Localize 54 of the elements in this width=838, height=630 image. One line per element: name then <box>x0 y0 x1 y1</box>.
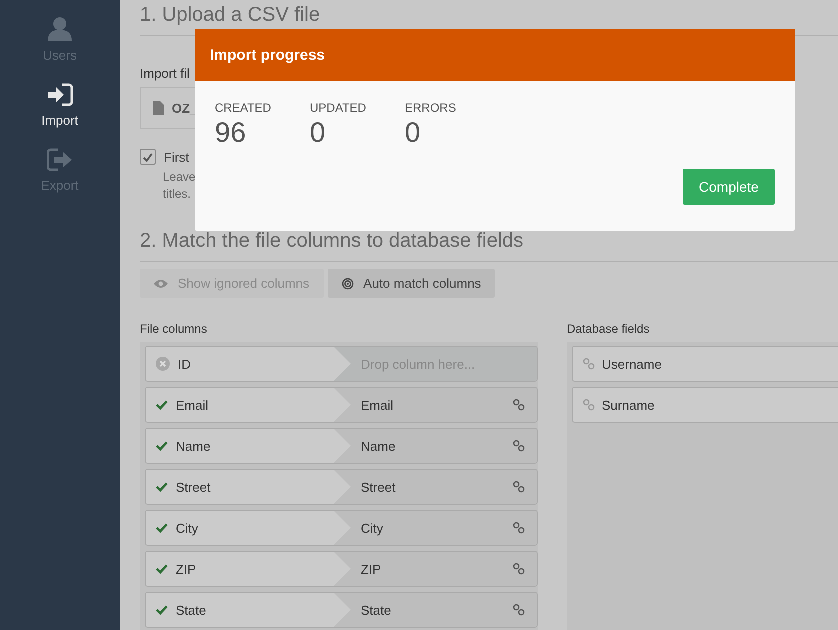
help-text: titles. <box>163 186 192 203</box>
link-icon[interactable] <box>513 604 525 616</box>
database-field-item[interactable]: Surname <box>572 387 838 423</box>
column-mapping-row[interactable]: Street Street <box>145 469 538 505</box>
database-field-name: Name <box>361 438 396 454</box>
file-column-name: Street <box>176 480 211 494</box>
stat-value: 0 <box>310 117 327 149</box>
link-icon <box>583 358 595 370</box>
target-icon <box>342 278 354 290</box>
column-mapping-row[interactable]: Name Name <box>145 428 538 464</box>
check-icon <box>143 152 153 162</box>
column-mapping-row[interactable]: City City <box>145 510 538 546</box>
stat-label: ERRORS <box>405 101 458 115</box>
sign-out-icon <box>47 148 73 172</box>
field-label: Import fil <box>140 66 190 81</box>
file-icon <box>153 101 164 115</box>
file-column-name: ID <box>178 356 191 372</box>
column-title: Database fields <box>567 322 651 336</box>
file-column-name: State <box>176 602 206 618</box>
link-icon[interactable] <box>513 481 525 493</box>
section-heading: 1. Upload a CSV file <box>140 3 322 27</box>
file-column-name: Name <box>176 438 211 454</box>
file-column-name: ZIP <box>176 562 196 576</box>
stat-label: CREATED <box>215 101 272 115</box>
checkbox[interactable] <box>140 149 156 165</box>
sidebar-item[interactable]: Import <box>20 83 100 128</box>
database-field-item[interactable]: Username <box>572 346 838 382</box>
toolbar-button[interactable]: Auto match columns <box>328 269 496 298</box>
stat-value: 0 <box>405 117 422 149</box>
link-icon <box>583 399 595 411</box>
database-field-name: ZIP <box>361 562 382 576</box>
column-mapping-row[interactable]: State State <box>145 592 538 628</box>
checkbox-label: First <box>164 150 190 164</box>
database-field-name: Street <box>361 480 396 494</box>
help-text: Leave <box>163 169 196 186</box>
section-heading: 2. Match the file columns to database fields <box>140 229 525 253</box>
column-mapping-row[interactable]: Email Email <box>145 387 538 423</box>
sign-in-icon <box>47 83 73 107</box>
stat-value: 96 <box>215 117 248 149</box>
eye-icon <box>154 278 168 288</box>
file-column-name: Email <box>176 398 209 412</box>
database-field-name: State <box>361 602 392 618</box>
user-icon <box>47 16 73 42</box>
database-field-name: City <box>361 520 384 536</box>
link-icon[interactable] <box>513 440 525 452</box>
link-icon[interactable] <box>513 563 525 575</box>
link-icon[interactable] <box>513 522 525 534</box>
database-field-name: Email <box>361 398 394 412</box>
link-icon[interactable] <box>513 399 525 411</box>
dialog-title: Import progress <box>210 46 326 64</box>
column-title: File columns <box>140 322 208 336</box>
stat-label: UPDATED <box>310 101 368 115</box>
column-mapping-row[interactable]: ZIP ZIP <box>145 551 538 587</box>
file-column-name: City <box>176 520 198 536</box>
